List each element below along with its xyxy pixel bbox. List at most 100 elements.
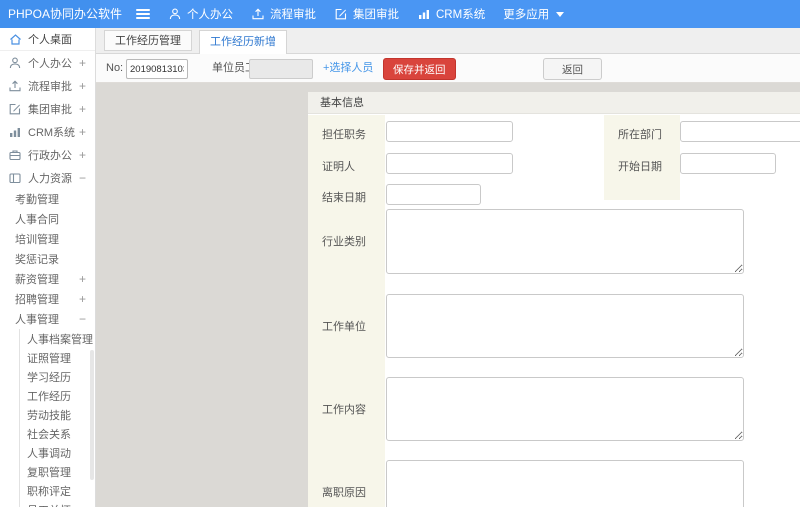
department-label: 所在部门 [618,129,662,141]
expand-icon[interactable]: + [79,102,86,116]
expand-icon[interactable]: + [79,292,86,306]
sidebar-item-attendance[interactable]: 考勤管理 [0,189,95,209]
sidebar-item-label: 奖惩记录 [15,254,59,266]
topnav-personal-office[interactable]: 个人办公 [168,0,233,28]
content-background: 基本信息 担任职务 所在部门 证明人 开始日期 结束日期 行业类别 工作单位 工… [96,83,800,507]
start-date-label: 开始日期 [618,161,662,173]
sidebar-item-labor-skills[interactable]: 劳动技能 [19,405,95,424]
sidebar-item-label: 行政办公 [28,149,72,162]
sidebar-item-group-approval[interactable]: 集团审批 + [0,97,95,120]
end-date-input[interactable] [386,184,481,205]
form-panel: 基本信息 担任职务 所在部门 证明人 开始日期 结束日期 行业类别 工作单位 工… [308,92,800,507]
form-body: 担任职务 所在部门 证明人 开始日期 结束日期 行业类别 工作单位 工作内容 离… [308,115,800,507]
topnav-crm[interactable]: CRM系统 [417,0,485,28]
sidebar-item-study-history[interactable]: 学习经历 [19,367,95,386]
expand-icon[interactable]: + [79,272,86,286]
save-and-return-button[interactable]: 保存并返回 [383,58,456,80]
sidebar-item-label: 人事档案管理 [27,333,93,346]
hamburger-menu-icon[interactable] [136,9,150,19]
unit-employee-input[interactable] [249,59,313,79]
user-icon [168,7,182,21]
certifier-label: 证明人 [322,161,355,173]
sidebar-item-personal-desktop[interactable]: 个人桌面 [0,28,95,51]
tab-work-history-new[interactable]: 工作经历新增 [199,30,287,54]
no-label: No: [106,62,124,74]
sidebar-item-salary[interactable]: 薪资管理 + [0,269,95,289]
sidebar-item-personnel-transfer[interactable]: 人事调动 [19,443,95,462]
expand-icon[interactable]: + [79,125,86,139]
sidebar-item-label: 流程审批 [28,80,72,93]
sidebar-item-label: 集团审批 [28,103,72,116]
topnav-group-approval[interactable]: 集团审批 [334,0,399,28]
flow-icon [251,7,265,21]
sidebar-item-social-relations[interactable]: 社会关系 [19,424,95,443]
edit-icon [8,102,22,116]
start-date-input[interactable] [680,153,776,174]
company-textarea[interactable] [386,294,744,358]
sidebar-item-title-evaluation[interactable]: 职称评定 [19,481,95,500]
sidebar-item-label: 个人桌面 [28,34,72,46]
department-input[interactable] [680,121,800,142]
sidebar-item-label: 招聘管理 [15,294,59,306]
resign-reason-label: 离职原因 [322,487,366,499]
sidebar-item-work-history[interactable]: 工作经历 [19,386,95,405]
caret-down-icon [556,11,565,17]
sidebar-item-label: 人力资源 [28,172,72,185]
work-content-label: 工作内容 [322,404,366,416]
sidebar-item-hr-contract[interactable]: 人事合同 [0,209,95,229]
end-date-label: 结束日期 [322,192,366,204]
app-logo: PHPOA协同办公软件 [8,7,123,21]
tab-work-history-manage[interactable]: 工作经历管理 [104,30,192,51]
sidebar-item-label: 个人办公 [28,57,72,70]
app-window: PHPOA协同办公软件 个人办公 流程审批 集团审批 CRM系统 更多应用 个人… [0,0,800,507]
sidebar-item-personnel[interactable]: 人事管理 − [0,309,95,329]
collapse-icon[interactable]: − [79,312,86,326]
sidebar-item-crm[interactable]: CRM系统 + [0,120,95,143]
toolbar: No: 单位员工: +选择人员 保存并返回 返回 [96,54,800,83]
user-icon [8,56,22,70]
topnav-workflow-approval[interactable]: 流程审批 [251,0,316,28]
sidebar-item-rewards[interactable]: 奖惩记录 [0,249,95,269]
sidebar-item-employee-care[interactable]: 员工关怀 [19,500,95,507]
sidebar-item-certificates[interactable]: 证照管理 [19,348,95,367]
no-input[interactable] [126,59,188,79]
sidebar-item-reinstatement[interactable]: 复职管理 [19,462,95,481]
chart-icon [8,125,22,139]
position-input[interactable] [386,121,513,142]
select-person-link[interactable]: +选择人员 [323,54,373,83]
work-content-textarea[interactable] [386,377,744,441]
sidebar-item-recruitment[interactable]: 招聘管理 + [0,289,95,309]
sidebar-item-personal-office[interactable]: 个人办公 + [0,51,95,74]
sidebar-item-admin-office[interactable]: 行政办公 + [0,143,95,166]
card-icon [8,171,22,185]
topbar: PHPOA协同办公软件 个人办公 流程审批 集团审批 CRM系统 更多应用 [0,0,800,28]
certifier-input[interactable] [386,153,513,174]
sidebar-item-label: 工作经历 [27,390,71,403]
sidebar-item-label: 人事管理 [15,314,59,326]
resign-reason-textarea[interactable] [386,460,744,507]
sidebar-item-label: 职称评定 [27,485,71,498]
industry-textarea[interactable] [386,209,744,274]
sidebar-item-workflow-approval[interactable]: 流程审批 + [0,74,95,97]
sidebar-item-label: CRM系统 [28,126,76,139]
sidebar-item-label: 人事合同 [15,214,59,226]
sidebar-item-label: 复职管理 [27,466,71,479]
back-button[interactable]: 返回 [543,58,602,80]
expand-icon[interactable]: + [79,148,86,162]
sidebar-item-label: 社会关系 [27,428,71,441]
company-label: 工作单位 [322,321,366,333]
sidebar-scrollbar[interactable] [90,350,94,480]
chart-icon [417,7,431,21]
topnav-more-apps[interactable]: 更多应用 [503,0,565,28]
sidebar: 个人桌面 个人办公 + 流程审批 + 集团审批 + CRM系统 + 行政办公 +… [0,28,96,507]
sidebar-item-label: 劳动技能 [27,409,71,422]
expand-icon[interactable]: + [79,79,86,93]
sidebar-item-personnel-files[interactable]: 人事档案管理 [19,329,95,348]
sidebar-item-hr[interactable]: 人力资源 − [0,166,95,189]
collapse-icon[interactable]: − [79,171,86,185]
sidebar-item-training[interactable]: 培训管理 [0,229,95,249]
sidebar-item-label: 培训管理 [15,234,59,246]
expand-icon[interactable]: + [79,56,86,70]
section-title: 基本信息 [308,92,800,114]
sidebar-item-label: 员工关怀 [27,502,71,507]
